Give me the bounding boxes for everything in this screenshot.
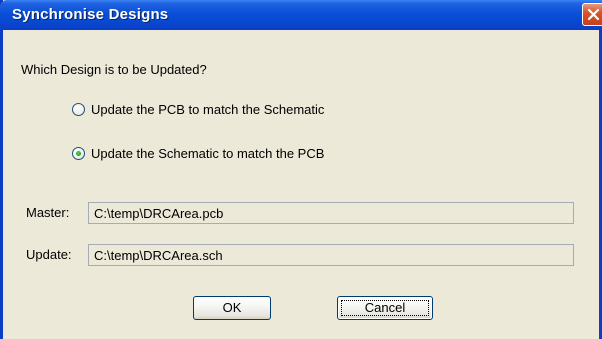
cancel-button[interactable]: Cancel xyxy=(337,296,433,320)
window-title: Synchronise Designs xyxy=(12,6,169,23)
radio-button-icon[interactable] xyxy=(72,103,85,116)
radio-button-selected-icon[interactable] xyxy=(72,147,85,160)
update-label: Update: xyxy=(26,247,72,262)
radio-label[interactable]: Update the PCB to match the Schematic xyxy=(91,102,324,117)
update-question: Which Design is to be Updated? xyxy=(21,62,207,77)
cancel-button-label: Cancel xyxy=(364,300,406,315)
close-icon xyxy=(587,8,600,21)
update-path-field: C:\temp\DRCArea.sch xyxy=(88,244,574,266)
radio-selected-dot xyxy=(76,151,81,156)
master-label: Master: xyxy=(26,205,70,220)
title-bar[interactable]: Synchronise Designs xyxy=(0,0,602,30)
close-button[interactable] xyxy=(582,3,602,26)
synchronise-designs-dialog: Synchronise Designs Which Design is to b… xyxy=(0,0,602,339)
master-path-field: C:\temp\DRCArea.pcb xyxy=(88,202,574,224)
ok-button[interactable]: OK xyxy=(193,296,271,320)
radio-update-pcb[interactable]: Update the PCB to match the Schematic xyxy=(72,102,324,117)
radio-label[interactable]: Update the Schematic to match the PCB xyxy=(91,146,324,161)
radio-update-schematic[interactable]: Update the Schematic to match the PCB xyxy=(72,146,324,161)
